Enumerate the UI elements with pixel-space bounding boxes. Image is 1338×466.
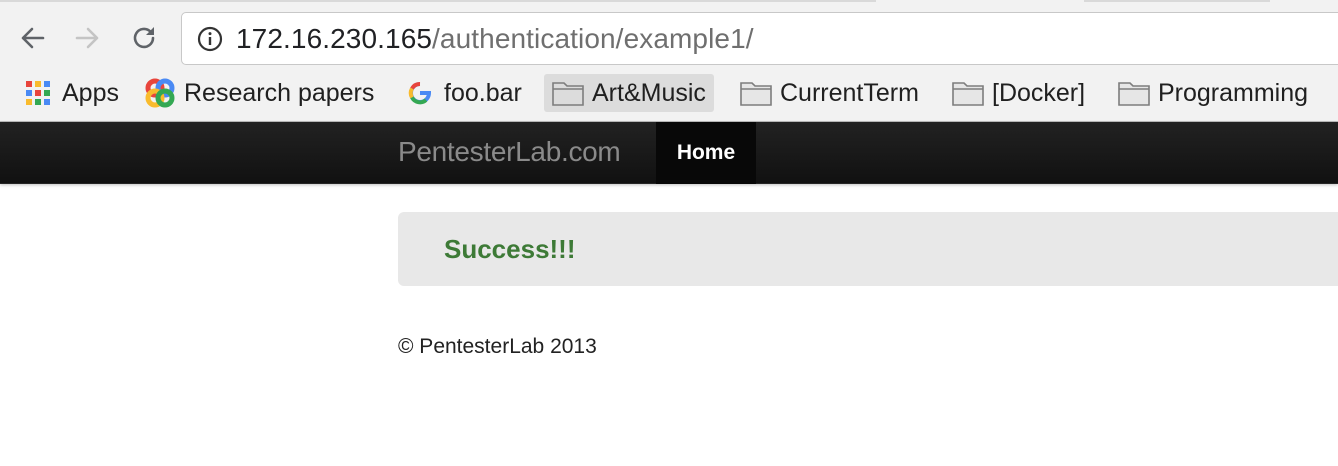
- bookmark-label: Apps: [62, 78, 119, 107]
- brand-link[interactable]: PentesterLab.com: [398, 136, 621, 168]
- back-arrow-icon: [21, 27, 45, 49]
- bookmark-label: Art&Music: [592, 78, 706, 107]
- folder-icon: [1118, 77, 1150, 109]
- folder-icon: [952, 77, 984, 109]
- nav-home-link[interactable]: Home: [656, 122, 756, 184]
- url-path: /authentication/example1/: [432, 22, 754, 54]
- bookmark-docker[interactable]: [Docker]: [944, 74, 1093, 112]
- bookmark-programming[interactable]: Programming: [1110, 74, 1316, 112]
- bookmark-label: foo.bar: [444, 78, 522, 107]
- google-scholar-icon: [144, 77, 176, 109]
- alert-message: Success!!!: [444, 234, 576, 264]
- bookmark-label: CurrentTerm: [780, 78, 919, 107]
- bookmark-research-papers[interactable]: Research papers: [136, 74, 382, 112]
- back-button[interactable]: [14, 20, 50, 56]
- bookmark-foo-bar[interactable]: foo.bar: [396, 74, 530, 112]
- site-navbar: PentesterLab.com Home: [0, 122, 1338, 184]
- bookmark-label: Research papers: [184, 78, 375, 107]
- site-info-icon[interactable]: [196, 25, 224, 53]
- footer-copyright: © PentesterLab 2013: [398, 335, 597, 358]
- browser-chrome: 172.16.230.165/authentication/example1/ …: [0, 0, 1338, 122]
- forward-arrow-icon: [75, 27, 99, 49]
- reload-icon: [133, 27, 155, 49]
- bookmark-current-term[interactable]: CurrentTerm: [732, 74, 927, 112]
- forward-button[interactable]: [70, 20, 106, 56]
- bookmark-label: Programming: [1158, 78, 1309, 107]
- url-text[interactable]: 172.16.230.165/authentication/example1/: [236, 23, 754, 55]
- success-alert: Success!!!: [398, 212, 1338, 286]
- google-icon: [404, 77, 436, 109]
- tab-strip-edge: [0, 0, 1338, 2]
- address-bar[interactable]: 172.16.230.165/authentication/example1/: [181, 12, 1338, 65]
- bookmark-art-music[interactable]: Art&Music: [544, 74, 714, 112]
- reload-button[interactable]: [126, 20, 162, 56]
- tab-strip-gap: [1270, 0, 1338, 2]
- bookmark-label: [Docker]: [992, 78, 1086, 107]
- bookmark-apps[interactable]: Apps: [14, 74, 127, 112]
- apps-grid-icon: [22, 77, 54, 109]
- folder-icon: [552, 77, 584, 109]
- bookmarks-bar: Apps Research papers foo.bar Art&Music C…: [0, 72, 1338, 114]
- url-host: 172.16.230.165: [236, 22, 433, 54]
- folder-icon: [740, 77, 772, 109]
- tab-strip-gap: [876, 0, 1084, 2]
